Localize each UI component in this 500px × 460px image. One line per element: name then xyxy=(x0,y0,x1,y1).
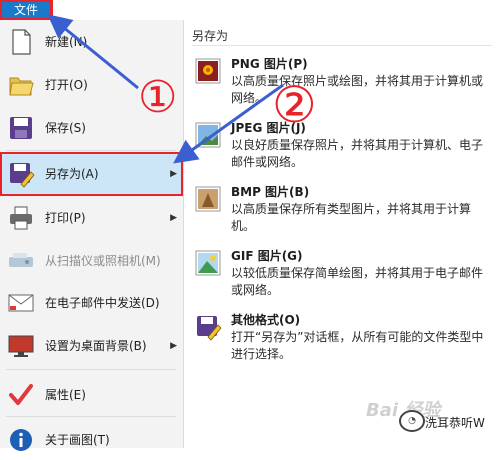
menu-item-label: 设置为桌面背景(B) xyxy=(45,339,147,353)
bmp-image-icon xyxy=(195,186,221,212)
format-title: 其他格式(O) xyxy=(231,313,301,327)
format-title: GIF 图片(G) xyxy=(231,249,303,263)
about-icon xyxy=(10,429,32,451)
checkmark-icon xyxy=(9,384,33,405)
menu-divider xyxy=(6,416,176,417)
format-description: 打开“另存为”对话框，从所有可能的文件类型中进行选择。 xyxy=(231,330,484,361)
desktop-background-icon xyxy=(8,335,34,357)
gif-image-icon xyxy=(195,250,221,276)
printer-icon xyxy=(10,206,32,230)
menu-item-about-paint[interactable]: 关于画图(T) xyxy=(0,420,183,460)
menu-item-label: 打印(P) xyxy=(45,211,86,225)
save-disk-icon xyxy=(10,117,32,139)
format-title: PNG 图片(P) xyxy=(231,57,308,71)
format-option-png[interactable]: PNG 图片(P) 以高质量保存照片或绘图，并将其用于计算机或网络。 xyxy=(190,53,495,115)
menu-item-properties[interactable]: 属性(E) xyxy=(0,375,183,415)
menu-item-save-as[interactable]: 另存为(A) ▶ xyxy=(0,152,183,196)
menu-item-label: 关于画图(T) xyxy=(45,433,110,447)
file-tab[interactable]: 文件 xyxy=(0,0,53,21)
format-title: JPEG 图片(J) xyxy=(231,121,306,135)
format-description: 以高质量保存照片或绘图，并将其用于计算机或网络。 xyxy=(231,74,484,105)
menu-item-from-scanner[interactable]: 从扫描仪或照相机(M) xyxy=(0,241,183,281)
menu-item-send-email[interactable]: 在电子邮件中发送(D) xyxy=(0,283,183,323)
jpeg-image-icon xyxy=(195,122,221,148)
menu-item-label: 属性(E) xyxy=(45,388,86,402)
menu-item-label: 新建(N) xyxy=(45,35,88,49)
ribbon-top-bar: 文件 xyxy=(0,0,500,21)
menu-item-new[interactable]: 新建(N) xyxy=(0,22,183,62)
menu-item-label: 在电子邮件中发送(D) xyxy=(45,296,160,310)
menu-divider xyxy=(6,369,176,370)
menu-item-label: 保存(S) xyxy=(45,121,86,135)
wechat-icon: ◔ xyxy=(399,410,425,432)
format-option-bmp[interactable]: BMP 图片(B) 以高质量保存所有类型图片，并将其用于计算机。 xyxy=(190,181,495,243)
format-description: 以高质量保存所有类型图片，并将其用于计算机。 xyxy=(231,202,472,233)
format-option-jpeg[interactable]: JPEG 图片(J) 以良好质量保存照片，并将其用于计算机、电子邮件或网络。 xyxy=(190,117,495,179)
menu-item-print[interactable]: 打印(P) ▶ xyxy=(0,198,183,238)
format-option-other[interactable]: 其他格式(O) 打开“另存为”对话框，从所有可能的文件类型中进行选择。 xyxy=(190,309,495,371)
scanner-icon xyxy=(9,253,33,267)
menu-item-open[interactable]: 打开(O) xyxy=(0,65,183,105)
open-folder-icon xyxy=(9,77,34,96)
email-icon xyxy=(8,294,34,312)
menu-item-save[interactable]: 保存(S) xyxy=(0,108,183,148)
file-menu: 新建(N) 打开(O) 保存(S) 另存为(A) ▶ 打印(P) ▶ 从扫描仪或… xyxy=(0,20,184,451)
save-as-panel: 另存为 PNG 图片(P) 以高质量保存照片或绘图，并将其用于计算机或网络。 J… xyxy=(184,20,500,448)
format-description: 以良好质量保存照片，并将其用于计算机、电子邮件或网络。 xyxy=(231,138,484,169)
save-as-icon xyxy=(10,163,35,188)
menu-divider xyxy=(6,150,176,151)
format-title: BMP 图片(B) xyxy=(231,185,310,199)
format-description: 以较低质量保存简单绘图，并将其用于电子邮件或网络。 xyxy=(231,266,484,297)
other-formats-icon xyxy=(197,316,222,341)
png-image-icon xyxy=(195,58,221,84)
new-document-icon xyxy=(12,29,31,55)
format-option-gif[interactable]: GIF 图片(G) 以较低质量保存简单绘图，并将其用于电子邮件或网络。 xyxy=(190,245,495,307)
menu-item-label: 打开(O) xyxy=(45,78,88,92)
submenu-arrow-icon: ▶ xyxy=(170,341,177,351)
submenu-arrow-icon: ▶ xyxy=(170,213,177,223)
menu-item-label: 另存为(A) xyxy=(45,167,99,181)
panel-title: 另存为 xyxy=(192,29,229,43)
panel-divider xyxy=(192,45,492,46)
submenu-arrow-icon: ▶ xyxy=(170,169,177,179)
menu-item-label: 从扫描仪或照相机(M) xyxy=(45,254,161,268)
menu-item-set-desktop-background[interactable]: 设置为桌面背景(B) ▶ xyxy=(0,326,183,366)
watermark-text: 洗耳恭听W xyxy=(425,416,485,430)
